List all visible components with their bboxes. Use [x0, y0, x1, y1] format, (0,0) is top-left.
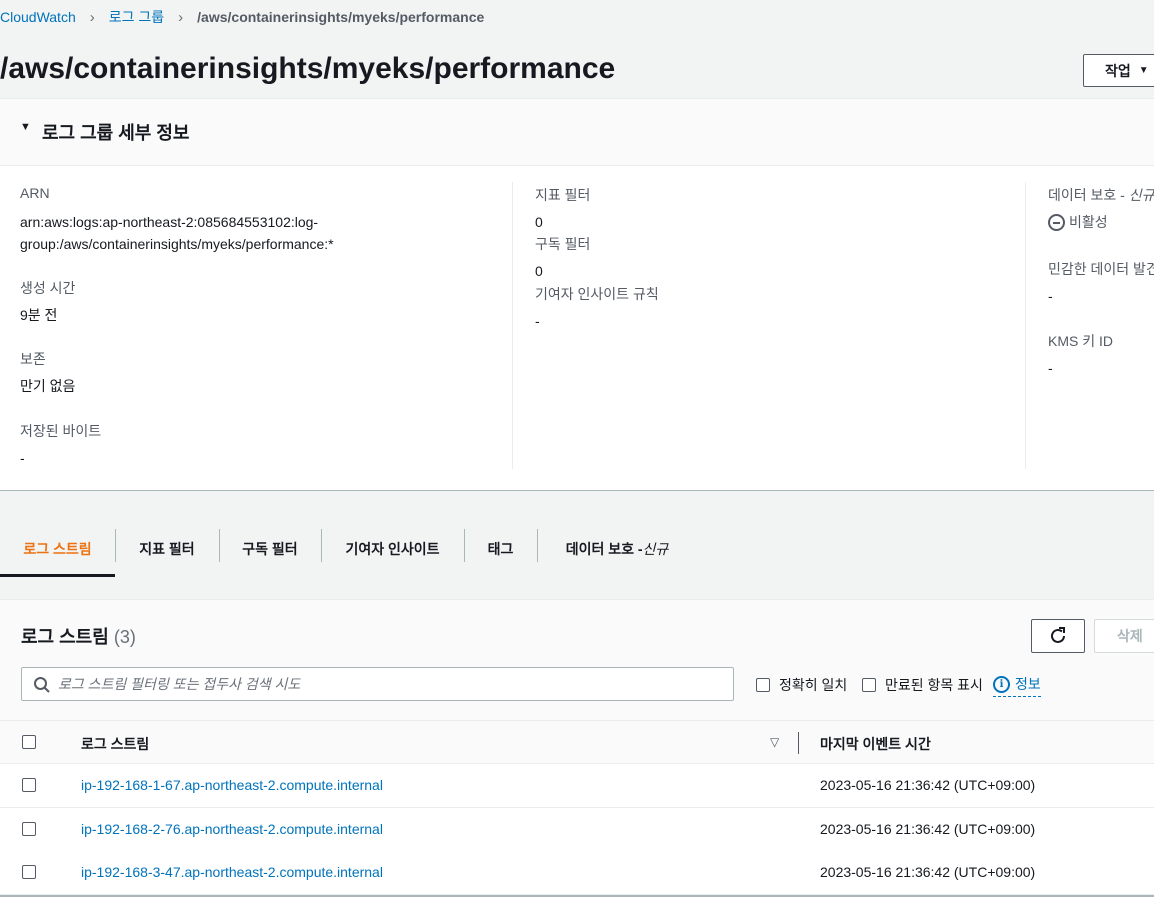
streams-header: [0, 600, 1154, 720]
search-input[interactable]: [58, 668, 718, 700]
caret-down-icon[interactable]: ▼: [20, 121, 31, 133]
breadcrumb: CloudWatch › 로그 그룹 › /aws/containerinsig…: [0, 7, 484, 27]
column-divider: [512, 182, 513, 469]
log-stream-link[interactable]: ip-192-168-2-76.ap-northeast-2.compute.i…: [81, 821, 383, 837]
breadcrumb-cloudwatch-link[interactable]: CloudWatch: [0, 9, 76, 25]
log-streams-panel: 로그 스트림 (3) 삭제 정확히 일치 만료된 항목 표시 i 정보 로그 스…: [0, 599, 1154, 901]
row-checkbox[interactable]: [22, 865, 36, 879]
metric-filters-label: 지표 필터: [535, 187, 591, 203]
arn-label: ARN: [20, 185, 50, 201]
select-all-checkbox[interactable]: [22, 735, 36, 749]
arn-value-line1: arn:aws:logs:ap-northeast-2:085684553102…: [20, 214, 319, 230]
sensitive-data-value: -: [1048, 288, 1053, 304]
log-group-details-panel: ▼ 로그 그룹 세부 정보 ARN arn:aws:logs:ap-northe…: [0, 98, 1154, 491]
info-icon: i: [993, 675, 1010, 693]
actions-button[interactable]: 작업 ▼: [1083, 54, 1154, 87]
exact-match-option[interactable]: 정확히 일치: [756, 675, 847, 695]
page-title: /aws/containerinsights/myeks/performance: [0, 52, 616, 85]
stored-bytes-label: 저장된 바이트: [20, 423, 102, 439]
streams-title: 로그 스트림 (3): [21, 627, 136, 647]
log-stream-link[interactable]: ip-192-168-1-67.ap-northeast-2.compute.i…: [81, 777, 383, 793]
column-header-log-stream[interactable]: 로그 스트림: [81, 734, 149, 754]
created-label: 생성 시간: [20, 280, 76, 296]
column-divider: [1025, 182, 1026, 469]
new-badge: 신규: [642, 541, 669, 557]
tab-data-protection[interactable]: 데이터 보호 - 신규: [537, 529, 697, 569]
chevron-right-icon: ›: [178, 8, 184, 26]
column-header-last-event[interactable]: 마지막 이벤트 시간: [820, 734, 931, 754]
contributor-rules-value: -: [535, 313, 540, 329]
column-resizer[interactable]: [798, 732, 799, 754]
tab-log-streams[interactable]: 로그 스트림: [0, 529, 115, 569]
stored-bytes-value: -: [20, 450, 25, 466]
subscription-filters-value: 0: [535, 263, 543, 279]
table-header: 로그 스트림 ▽ 마지막 이벤트 시간: [0, 720, 1154, 764]
breadcrumb-log-groups-link[interactable]: 로그 그룹: [109, 7, 164, 27]
info-link[interactable]: i 정보: [993, 674, 1041, 697]
kms-key-label: KMS 키 ID: [1048, 333, 1113, 349]
tab-subscription-filters[interactable]: 구독 필터: [219, 529, 321, 569]
contributor-rules-label: 기여자 인사이트 규칙: [535, 286, 659, 302]
refresh-button[interactable]: [1031, 619, 1085, 653]
last-event-time: 2023-05-16 21:36:42 (UTC+09:00): [820, 777, 1036, 793]
row-checkbox[interactable]: [22, 822, 36, 836]
search-box[interactable]: [21, 667, 734, 701]
table-row: ip-192-168-3-47.ap-northeast-2.compute.i…: [0, 851, 1154, 895]
tab-contributor-insights[interactable]: 기여자 인사이트: [321, 529, 464, 569]
tabs-bar: 로그 스트림 지표 필터 구독 필터 기여자 인사이트 태그 데이터 보호 - …: [0, 492, 1154, 577]
sensitive-data-label: 민감한 데이터 발견: [1048, 261, 1154, 277]
table-row: ip-192-168-2-76.ap-northeast-2.compute.i…: [0, 808, 1154, 852]
arn-value-line2: group:/aws/containerinsights/myeks/perfo…: [20, 236, 334, 252]
tab-metric-filters[interactable]: 지표 필터: [115, 529, 219, 569]
created-value: 9분 전: [20, 307, 58, 323]
active-tab-indicator: [0, 574, 115, 577]
chevron-right-icon: ›: [89, 8, 95, 26]
new-badge: 신규: [1128, 187, 1154, 203]
streams-count: (3): [113, 627, 136, 647]
show-expired-label: 만료된 항목 표시: [885, 677, 983, 693]
exact-match-label: 정확히 일치: [779, 677, 848, 693]
tab-tags[interactable]: 태그: [464, 529, 537, 569]
search-icon: [34, 677, 50, 693]
actions-label: 작업: [1105, 62, 1131, 79]
data-protection-label: 데이터 보호 - 신규: [1048, 187, 1154, 203]
retention-value: 만기 없음: [20, 378, 76, 394]
show-expired-checkbox[interactable]: [862, 678, 876, 692]
exact-match-checkbox[interactable]: [756, 678, 770, 692]
data-protection-status: 비활성: [1048, 211, 1108, 233]
retention-label: 보존: [20, 351, 46, 367]
last-event-time: 2023-05-16 21:36:42 (UTC+09:00): [820, 864, 1036, 880]
metric-filters-value: 0: [535, 214, 543, 230]
row-checkbox[interactable]: [22, 778, 36, 792]
refresh-icon: [1051, 627, 1065, 643]
show-expired-option[interactable]: 만료된 항목 표시: [862, 675, 983, 695]
details-title: 로그 그룹 세부 정보: [42, 123, 190, 143]
breadcrumb-current: /aws/containerinsights/myeks/performance: [197, 9, 485, 25]
info-label: 정보: [1015, 676, 1041, 692]
caret-down-icon: ▼: [1138, 65, 1149, 76]
minus-circle-icon: [1048, 213, 1065, 231]
subscription-filters-label: 구독 필터: [535, 236, 591, 252]
data-protection-value: 비활성: [1069, 214, 1108, 230]
table-bottom-border: [0, 895, 1154, 897]
last-event-time: 2023-05-16 21:36:42 (UTC+09:00): [820, 821, 1036, 837]
details-header[interactable]: ▼ 로그 그룹 세부 정보: [0, 99, 1154, 166]
delete-button[interactable]: 삭제: [1094, 619, 1154, 653]
table-row: ip-192-168-1-67.ap-northeast-2.compute.i…: [0, 764, 1154, 808]
kms-key-value: -: [1048, 360, 1053, 376]
log-stream-link[interactable]: ip-192-168-3-47.ap-northeast-2.compute.i…: [81, 864, 383, 880]
sort-down-icon[interactable]: ▽: [770, 735, 779, 749]
